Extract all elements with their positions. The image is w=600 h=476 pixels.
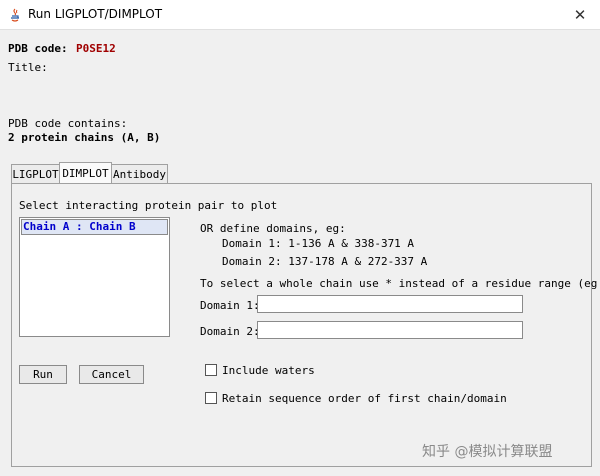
close-icon: ✕ [573,6,587,24]
cancel-button[interactable]: Cancel [79,365,144,384]
whole-chain-hint: To select a whole chain use * instead of… [200,277,600,290]
tab-dimplot[interactable]: DIMPLOT [59,162,112,183]
include-waters-label: Include waters [222,364,315,377]
title-label: Title: [8,61,48,74]
run-button[interactable]: Run [19,365,67,384]
chains-text: 2 protein chains (A, B) [8,131,161,144]
window-title: Run LIGPLOT/DIMPLOT [28,7,163,21]
title-bar: Run LIGPLOT/DIMPLOT ✕ [0,0,600,30]
watermark: 知乎 @模拟计算联盟 [422,444,553,460]
domain-example-1: Domain 1: 1-136 A & 338-371 A [222,237,415,250]
protein-pair-list[interactable]: Chain A : Chain B [19,217,170,337]
pdb-code-value: P0SE12 [76,42,116,55]
tab-antibody[interactable]: Antibody [111,164,168,183]
close-button[interactable]: ✕ [560,0,600,30]
list-item[interactable]: Chain A : Chain B [21,219,168,235]
include-waters-checkbox[interactable] [205,364,217,376]
domain1-field[interactable] [257,295,523,313]
select-pair-label: Select interacting protein pair to plot [19,199,278,212]
domain2-field[interactable] [257,321,523,339]
retain-order-label: Retain sequence order of first chain/dom… [222,392,507,405]
domain1-label: Domain 1: [200,299,260,312]
java-app-icon [11,8,19,22]
retain-order-checkbox[interactable] [205,392,217,404]
domain2-label: Domain 2: [200,325,260,338]
domain-example-2: Domain 2: 137-178 A & 272-337 A [222,255,428,268]
define-domains-label: OR define domains, eg: [200,222,346,235]
pdb-code-label: PDB code: [8,42,68,55]
contains-label: PDB code contains: [8,117,128,130]
tab-ligplot[interactable]: LIGPLOT [11,164,60,183]
